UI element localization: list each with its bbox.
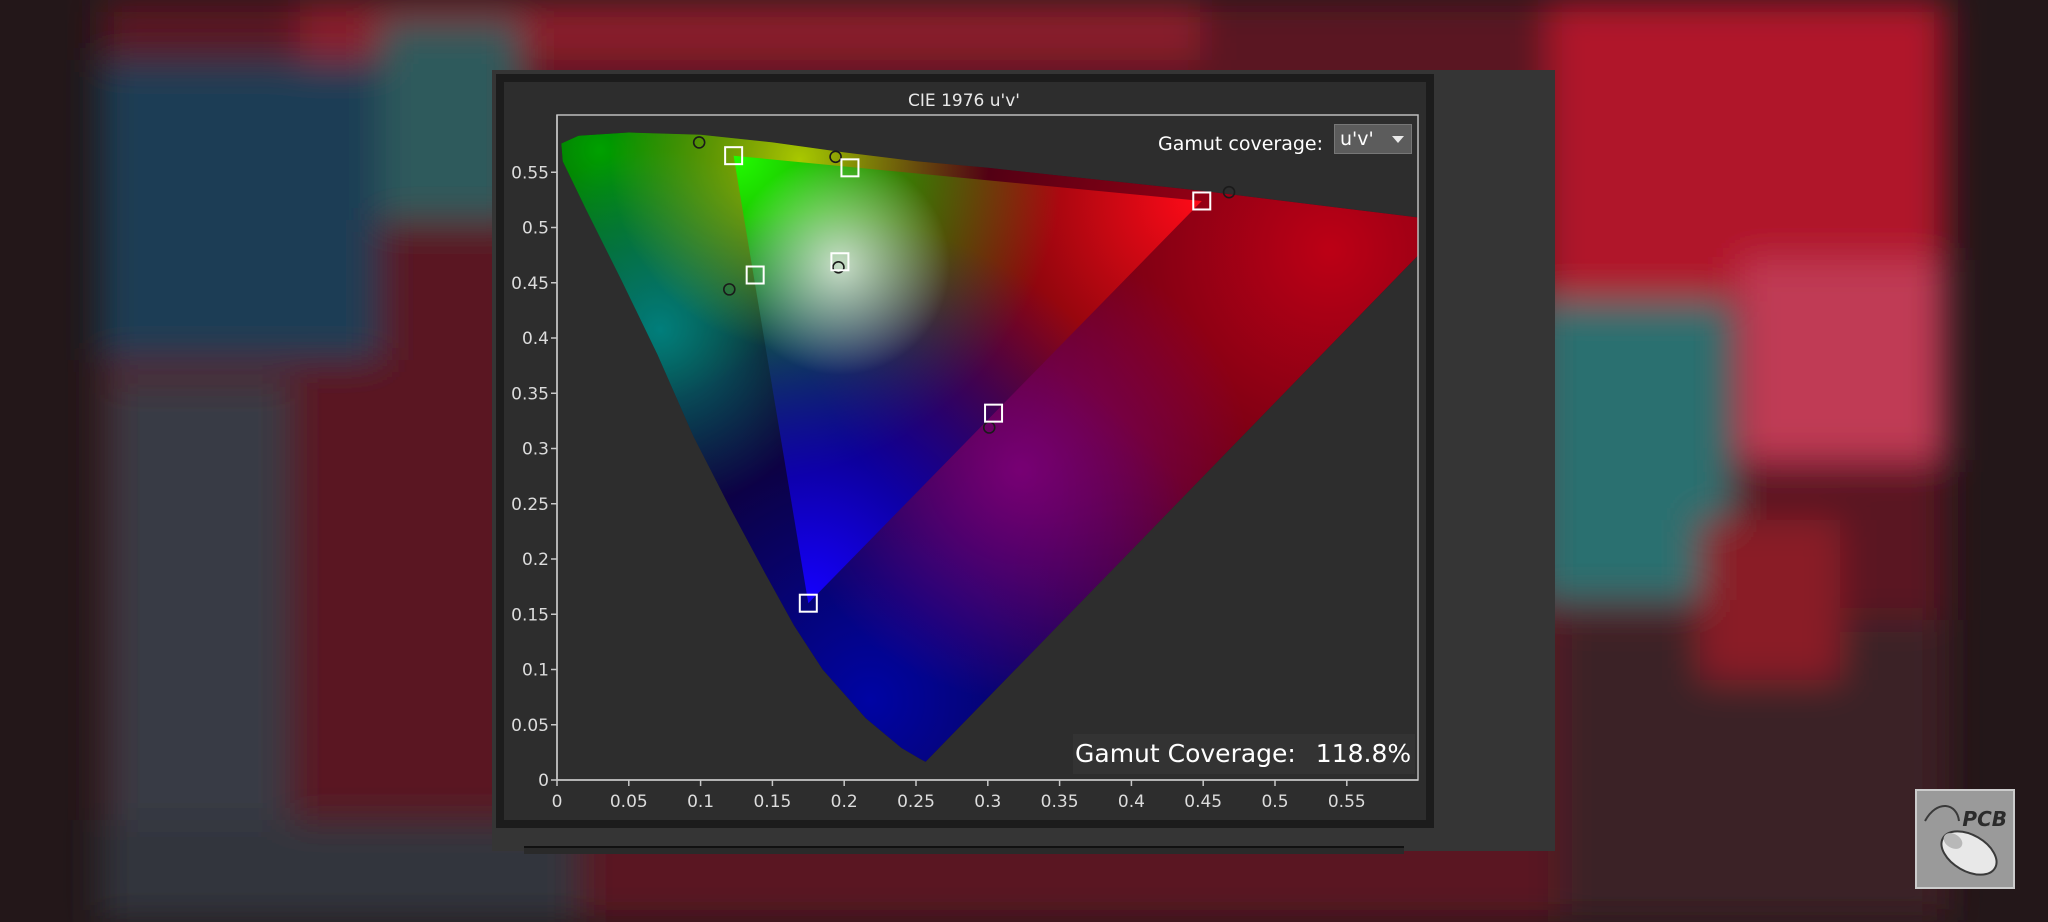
x-tick-label: 0.2 [831,792,858,812]
chart-title: CIE 1976 u'v' [908,91,1020,111]
x-tick-label: 0.25 [897,792,935,812]
gamut-mode-value: u'v' [1340,128,1374,150]
y-tick-label: 0.1 [522,661,549,681]
gamut-coverage-readout: Gamut Coverage: 118.8% [1073,734,1415,774]
gamut-coverage-label: Gamut coverage: [1158,133,1323,155]
mouse-icon [1924,805,1998,876]
y-tick-label: 0.15 [511,605,549,625]
gamut-mode-dropdown[interactable]: u'v' [1334,124,1412,154]
coverage-label: Gamut Coverage: [1075,739,1296,768]
x-tick-label: 0.5 [1261,792,1288,812]
x-tick-label: 0 [552,792,563,812]
dropdown-arrow-icon [1392,136,1404,143]
y-tick-label: 0.3 [522,440,549,460]
cie-chart: CIE 1976 u'v' 0 0.05 0.1 0.15 0.2 0.25 0.3 0.35… [511,91,1419,812]
x-axis-ticks: 0 0.05 0.1 0.15 0.2 0.25 0.3 0.35 0.4 0.45 0.5 0.55 [552,780,1366,812]
y-tick-label: 0.25 [511,495,549,515]
x-tick-label: 0.15 [753,792,791,812]
y-tick-label: 0 [538,771,549,791]
logo-text: PCB [1962,807,2007,831]
coverage-value: 118.8% [1315,739,1412,768]
y-tick-label: 0.35 [511,384,549,404]
x-tick-label: 0.4 [1118,792,1145,812]
x-tick-label: 0.3 [974,792,1001,812]
y-tick-label: 0.05 [511,716,549,736]
x-tick-label: 0.35 [1041,792,1079,812]
y-axis-ticks: 0 0.05 0.1 0.15 0.2 0.25 0.3 0.35 0.4 0.45 0.5 0.55 [511,163,557,791]
x-tick-label: 0.1 [687,792,714,812]
x-tick-label: 0.45 [1184,792,1222,812]
y-tick-label: 0.55 [511,163,549,183]
x-tick-label: 0.05 [610,792,648,812]
x-tick-label: 0.55 [1328,792,1366,812]
y-tick-label: 0.5 [522,219,549,239]
y-tick-label: 0.4 [522,329,549,349]
y-tick-label: 0.2 [522,550,549,570]
y-tick-label: 0.45 [511,274,549,294]
pcb-mouse-logo-icon: PCB [1915,789,2015,889]
